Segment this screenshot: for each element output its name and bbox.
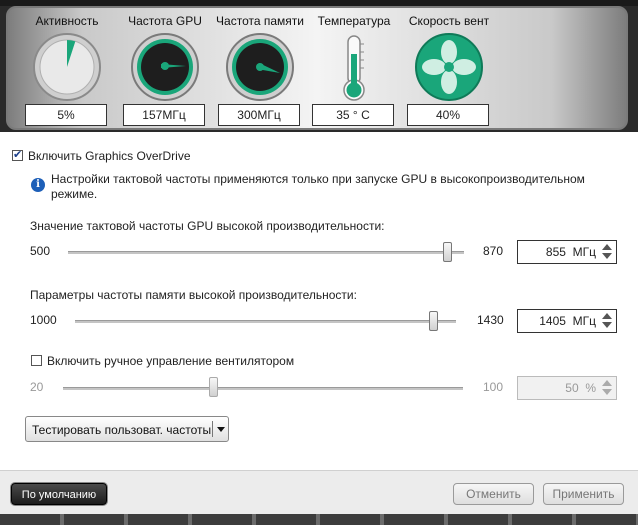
gauge-gpu-clock-title: Частота GPU — [128, 14, 202, 28]
memory-clock-min: 1000 — [30, 313, 57, 327]
overdrive-label: Включить Graphics OverDrive — [28, 149, 191, 163]
activity-dial-icon — [33, 33, 101, 101]
cancel-button[interactable]: Отменить — [453, 483, 534, 505]
fan-slider-track[interactable] — [63, 387, 463, 390]
default-button[interactable]: По умолчанию — [11, 483, 107, 505]
gauge-temperature-title: Температура — [317, 14, 391, 28]
gauge-temperature-value: 35 ° C — [312, 104, 394, 126]
gauge-gpu-clock: Частота GPU 157МГц — [120, 14, 210, 126]
thermometer-icon — [343, 35, 365, 101]
fan-max: 100 — [483, 380, 504, 394]
gpu-clock-label: Значение тактовой частоты GPU высокой пр… — [30, 219, 385, 233]
stepper-arrows-icon[interactable] — [600, 379, 614, 397]
memory-clock-label: Параметры частоты памяти высокой произво… — [30, 288, 357, 302]
gauge-fan-speed: Скорость вент 40% — [404, 14, 494, 126]
speedometer-icon — [131, 33, 199, 101]
stepper-arrows-icon[interactable] — [600, 312, 614, 330]
stepper-arrows-icon[interactable] — [600, 243, 614, 261]
gpu-clock-max: 870 — [483, 244, 504, 258]
memory-clock-slider-thumb[interactable] — [429, 311, 439, 331]
gauge-fan-speed-title: Скорость вент — [408, 14, 490, 28]
gpu-clock-min: 500 — [30, 244, 51, 258]
fan-manual-checkbox[interactable] — [31, 355, 42, 366]
speedometer-icon — [226, 33, 294, 101]
memory-clock-stepper[interactable]: 1405 МГц — [517, 309, 617, 333]
settings-content: Включить Graphics OverDrive i Настройки … — [0, 132, 638, 470]
gauge-memory-clock: Частота памяти 300МГц — [215, 14, 305, 126]
button-separator — [212, 421, 213, 437]
gauge-panel: Активность 5% Частота GPU 157МГц Частота… — [6, 6, 628, 130]
gpu-clock-stepper-value: 855 МГц — [545, 245, 596, 259]
fan-speed-stepper-value: 50 % — [565, 381, 596, 395]
chevron-down-icon[interactable] — [217, 427, 225, 432]
gauge-memory-clock-value: 300МГц — [218, 104, 300, 126]
info-note-line1: Настройки тактовой частоты применяются т… — [51, 172, 585, 186]
memory-clock-max: 1430 — [477, 313, 504, 327]
gpu-clock-slider-thumb[interactable] — [443, 242, 453, 262]
memory-clock-stepper-value: 1405 МГц — [539, 314, 596, 328]
fan-min: 20 — [30, 380, 44, 394]
info-note-line2: режиме. — [51, 187, 98, 201]
test-clocks-button[interactable]: Тестировать пользоват. частоты — [25, 416, 229, 442]
fan-icon — [415, 33, 483, 101]
gauge-activity: Активность 5% — [22, 14, 112, 126]
gauge-gpu-clock-value: 157МГц — [123, 104, 205, 126]
info-icon: i — [31, 178, 45, 192]
test-clocks-label: Тестировать пользоват. частоты — [32, 423, 212, 437]
apply-button[interactable]: Применить — [543, 483, 624, 505]
gauge-activity-title: Активность — [35, 14, 99, 28]
gpu-clock-stepper[interactable]: 855 МГц — [517, 240, 617, 264]
window-bottom-strip — [0, 514, 638, 525]
overdrive-checkbox[interactable] — [12, 148, 23, 161]
gauge-memory-clock-title: Частота памяти — [216, 14, 304, 28]
gauge-temperature: Температура 35 ° C — [309, 14, 399, 126]
fan-speed-stepper[interactable]: 50 % — [517, 376, 617, 400]
fan-slider-thumb[interactable] — [208, 377, 218, 397]
fan-manual-label: Включить ручное управление вентилятором — [47, 354, 295, 368]
gpu-clock-slider-track[interactable] — [68, 251, 464, 254]
memory-clock-slider-track[interactable] — [75, 320, 456, 323]
gauge-activity-value: 5% — [25, 104, 107, 126]
gauge-fan-speed-value: 40% — [407, 104, 489, 126]
dialog-footer: По умолчанию Отменить Применить — [0, 470, 638, 515]
